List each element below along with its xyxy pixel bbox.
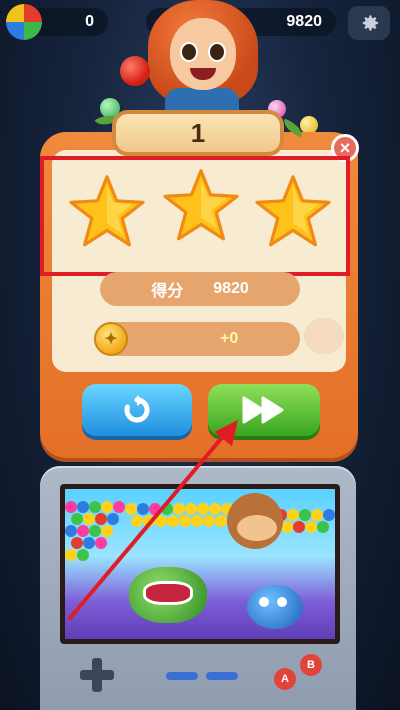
chick-icon	[304, 318, 344, 354]
b-label: B	[307, 659, 315, 671]
stars-highlight-box	[40, 156, 350, 276]
fast-forward-icon	[242, 396, 284, 424]
console-screen	[60, 484, 340, 644]
bubble-icon	[6, 4, 42, 40]
coin-value: +0	[220, 330, 239, 347]
next-level-button[interactable]	[208, 384, 320, 436]
b-button[interactable]: B	[300, 654, 322, 676]
replay-icon	[124, 395, 150, 423]
level-number: 1	[190, 117, 206, 148]
dpad[interactable]	[80, 658, 114, 692]
bubbles-count: 0	[85, 13, 94, 30]
coin-row: ✦ +0	[94, 322, 300, 356]
score-label: 得分	[151, 283, 184, 300]
tomato-icon	[120, 56, 150, 86]
game-preview-image	[65, 489, 335, 639]
a-label: A	[281, 673, 289, 685]
gear-icon	[362, 15, 378, 31]
replay-button[interactable]	[82, 384, 192, 436]
select-button[interactable]	[166, 672, 198, 680]
start-button[interactable]	[206, 672, 238, 680]
coin-icon: ✦	[94, 322, 128, 356]
level-tab: 1	[112, 110, 284, 156]
top-score: 9820	[286, 13, 322, 30]
settings-button[interactable]	[348, 6, 390, 40]
blue-bird-character	[247, 585, 303, 629]
score-value: 9820	[213, 280, 249, 297]
a-button[interactable]: A	[274, 668, 296, 690]
score-row: 得分 9820	[100, 272, 300, 306]
